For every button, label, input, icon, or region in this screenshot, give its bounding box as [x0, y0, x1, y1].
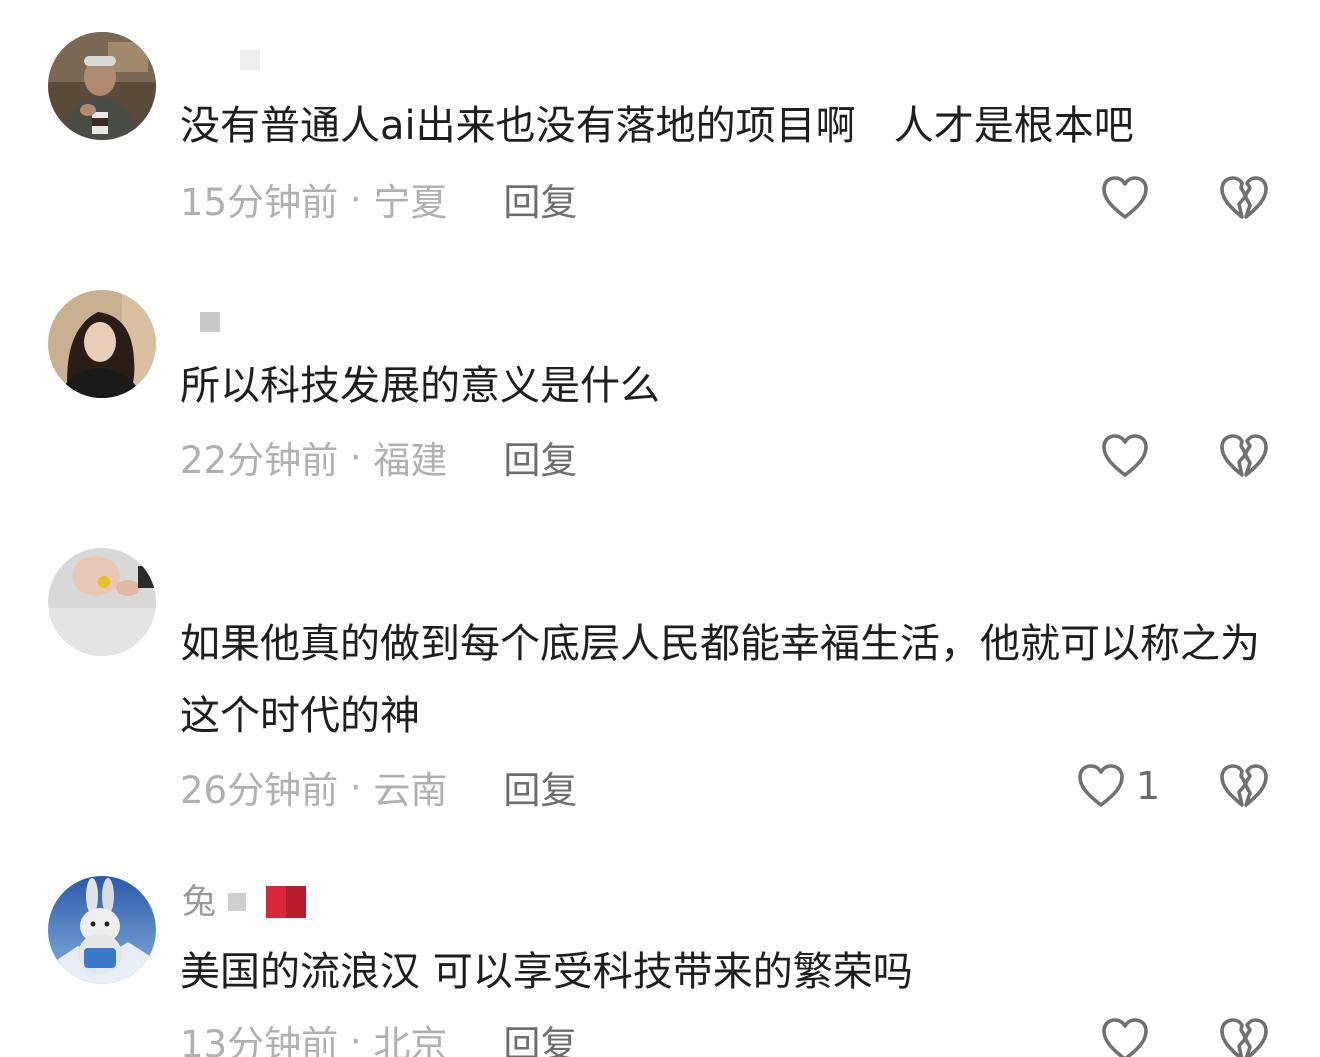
meta-separator: · — [338, 765, 374, 809]
username-mosaic — [228, 893, 246, 911]
dislike-button[interactable] — [1218, 174, 1270, 222]
reply-button[interactable]: 回复 — [503, 760, 577, 814]
comment-item: 没有普通人ai出来也没有落地的项目啊 人才是根本吧 15分钟前 · 宁夏 回复 — [0, 0, 1320, 250]
avatar-photo — [48, 876, 156, 984]
like-button[interactable] — [1100, 432, 1160, 480]
avatar-photo — [48, 32, 156, 140]
comment-text: 所以科技发展的意义是什么 — [180, 363, 660, 409]
heart-outline-icon — [1102, 434, 1148, 477]
reply-button[interactable]: 回复 — [503, 172, 577, 226]
meta-separator: · — [338, 177, 374, 221]
comment-meta: 15分钟前 · 宁夏 回复 — [180, 172, 577, 226]
like-button[interactable]: 1 — [1076, 762, 1160, 810]
avatar[interactable] — [48, 32, 156, 140]
comment-meta: 22分钟前 · 福建 回复 — [180, 430, 577, 484]
avatar[interactable] — [48, 548, 156, 656]
username[interactable]: 兔 — [182, 882, 216, 922]
comment-text: 没有普通人ai出来也没有落地的项目啊 人才是根本吧 — [180, 103, 1134, 149]
broken-heart-icon — [1220, 1018, 1268, 1057]
avatar[interactable] — [48, 290, 156, 398]
comment-location: 云南 — [373, 769, 448, 812]
heart-outline-icon — [1102, 176, 1148, 219]
comment-location: 福建 — [373, 439, 448, 482]
like-button[interactable] — [1100, 1016, 1160, 1057]
avatar-photo — [48, 290, 156, 398]
username-row[interactable] — [182, 302, 220, 342]
username-mosaic — [240, 50, 260, 70]
broken-heart-icon — [1220, 176, 1268, 219]
heart-outline-icon — [1102, 1018, 1148, 1057]
heart-outline-icon — [1078, 764, 1124, 807]
reply-button[interactable]: 回复 — [503, 430, 577, 484]
username-row[interactable] — [182, 40, 260, 80]
comment-time: 13分钟前 — [180, 1023, 339, 1057]
avatar[interactable] — [48, 876, 156, 984]
meta-separator: · — [338, 1019, 374, 1057]
comment-list: 没有普通人ai出来也没有落地的项目啊 人才是根本吧 15分钟前 · 宁夏 回复 — [0, 0, 1320, 1057]
comment-meta: 26分钟前 · 云南 回复 — [180, 760, 577, 814]
comment-meta: 13分钟前 · 北京 回复 — [180, 1016, 577, 1057]
like-count: 1 — [1136, 764, 1161, 808]
dislike-button[interactable] — [1218, 762, 1270, 810]
like-button[interactable] — [1100, 174, 1160, 222]
reply-button[interactable]: 回复 — [503, 1014, 577, 1057]
username-mosaic — [200, 312, 220, 332]
comment-text: 美国的流浪汉 可以享受科技带来的繁荣吗 — [180, 949, 913, 995]
comment-time: 26分钟前 — [180, 769, 339, 812]
comment-item: 兔 美国的流浪汉 可以享受科技带来的繁荣吗 13分钟前 · 北京 回复 — [0, 860, 1320, 1057]
comment-item: 所以科技发展的意义是什么 22分钟前 · 福建 回复 — [0, 250, 1320, 508]
fan-badge — [266, 886, 306, 918]
meta-separator: · — [338, 435, 374, 479]
comment-time: 15分钟前 — [180, 181, 339, 224]
comment-location: 北京 — [373, 1023, 448, 1057]
dislike-button[interactable] — [1218, 432, 1270, 480]
avatar-photo — [48, 548, 156, 656]
broken-heart-icon — [1220, 434, 1268, 477]
dislike-button[interactable] — [1218, 1016, 1270, 1057]
comment-location: 宁夏 — [373, 181, 448, 224]
username-row[interactable]: 兔 — [182, 882, 306, 922]
broken-heart-icon — [1220, 764, 1268, 807]
comment-item: 如果他真的做到每个底层人民都能幸福生活，他就可以称之为这个时代的神 26分钟前 … — [0, 508, 1320, 860]
comment-time: 22分钟前 — [180, 439, 339, 482]
comment-text: 如果他真的做到每个底层人民都能幸福生活，他就可以称之为这个时代的神 — [180, 621, 1260, 739]
